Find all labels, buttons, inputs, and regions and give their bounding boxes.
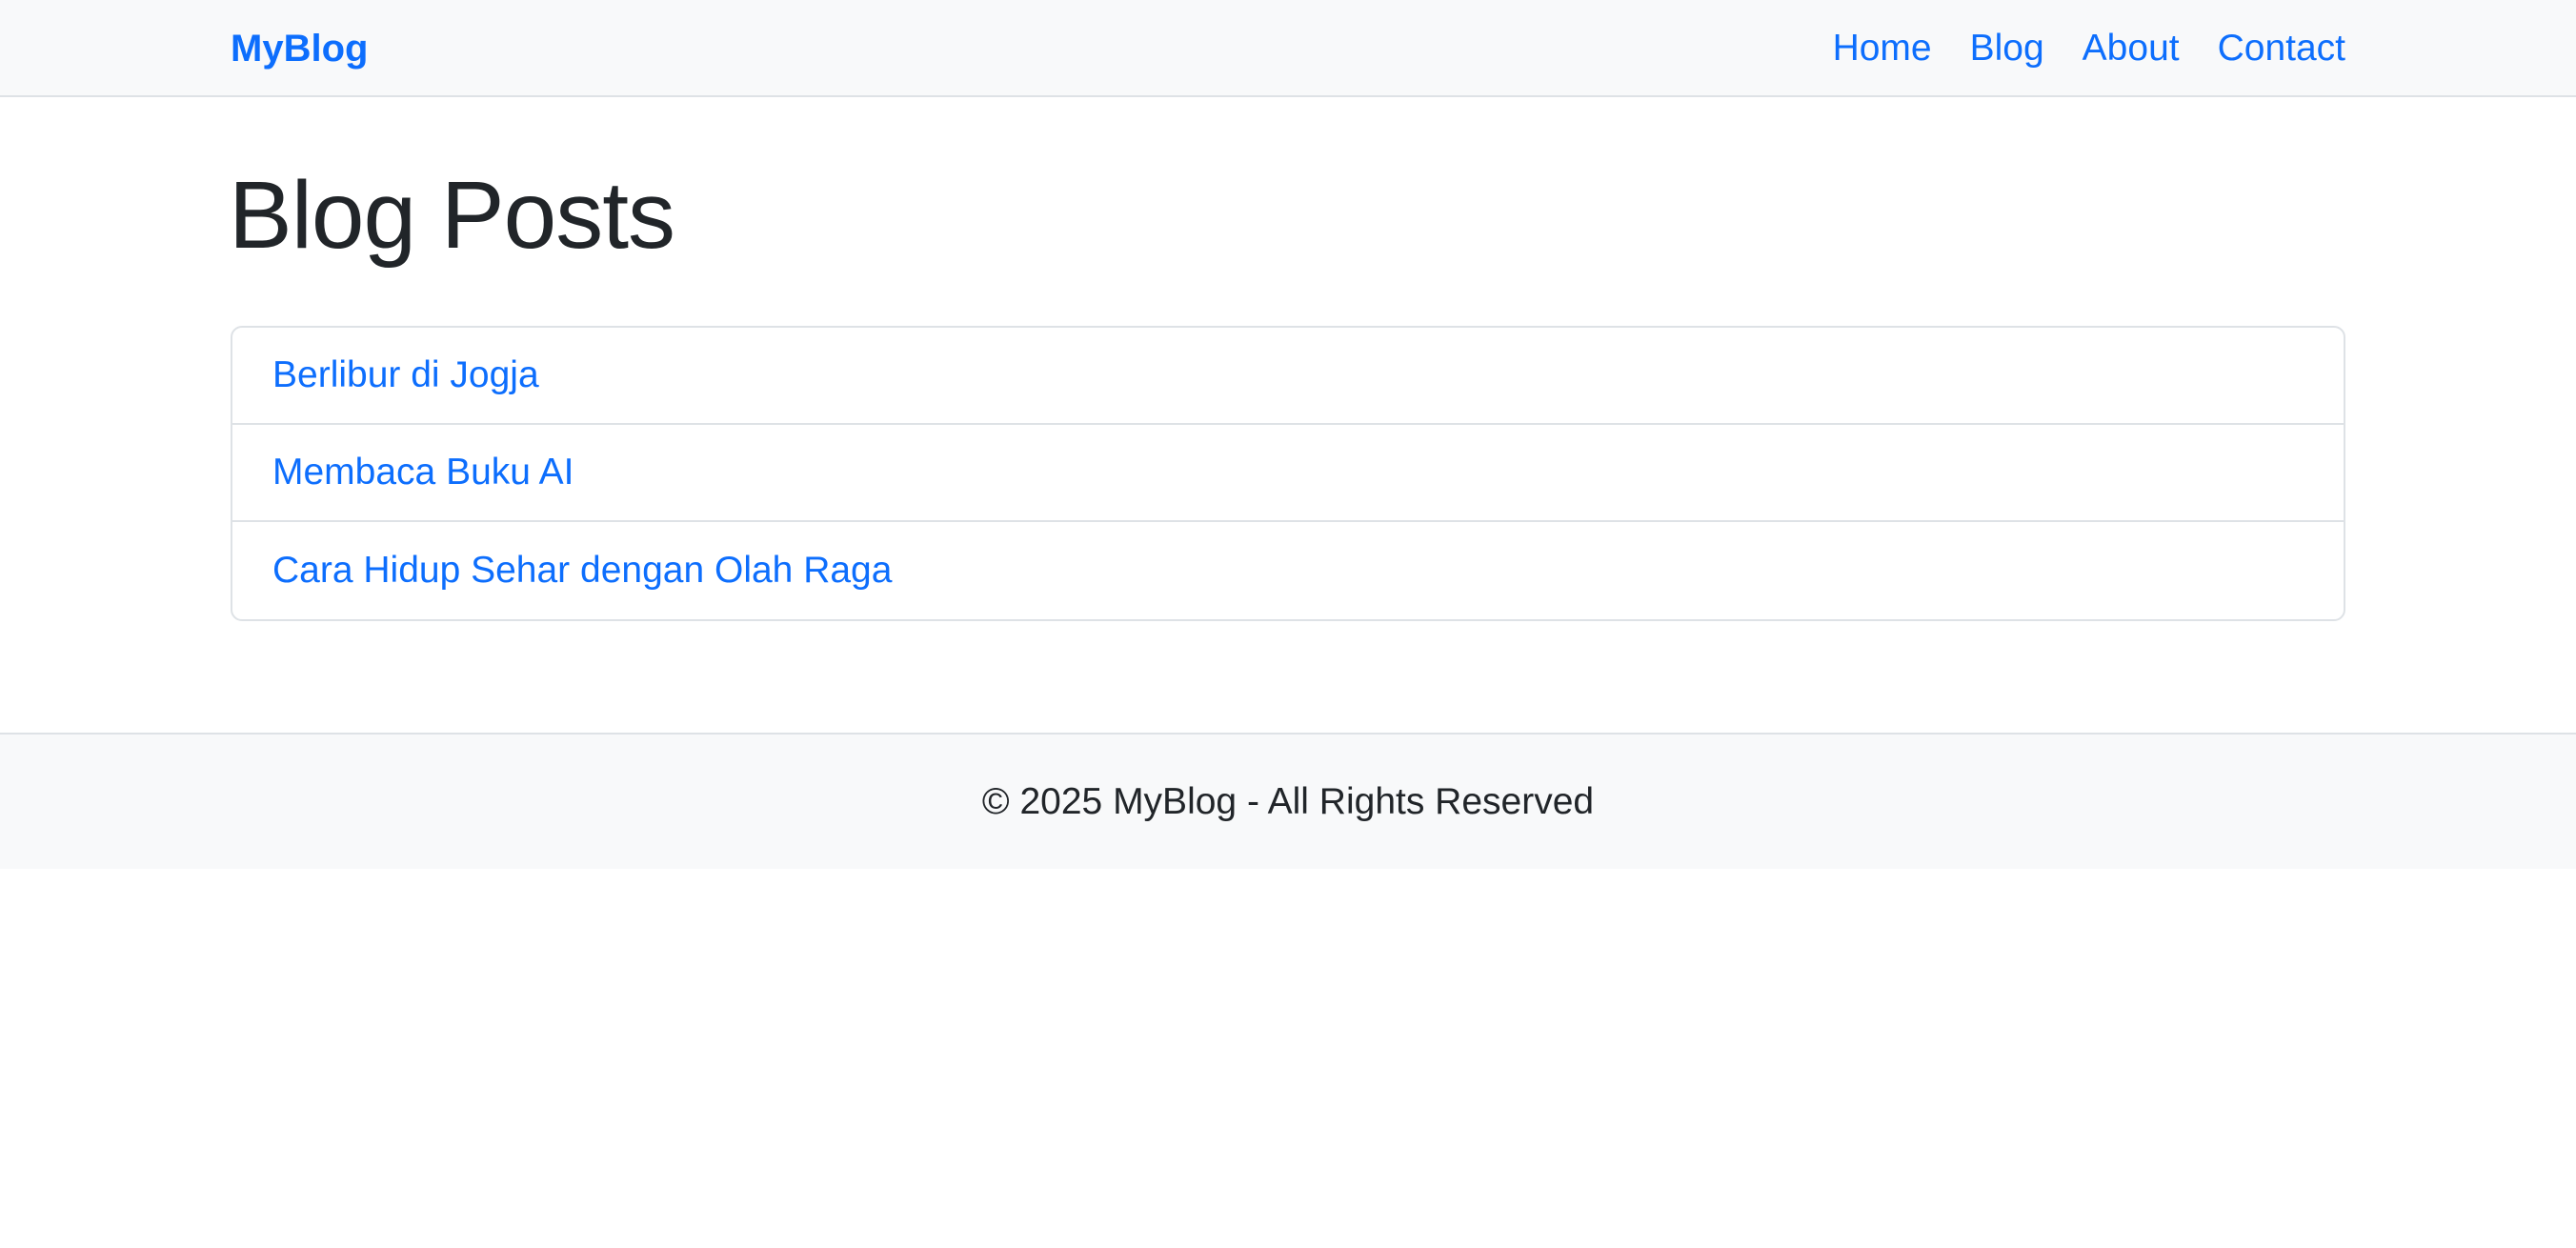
post-link[interactable]: Membaca Buku AI [272,452,574,493]
nav-link-home[interactable]: Home [1833,24,1932,73]
list-item: Membaca Buku AI [232,425,2344,522]
post-link[interactable]: Cara Hidup Sehar dengan Olah Raga [272,550,892,592]
nav-link-about[interactable]: About [2083,24,2180,73]
nav-link-blog[interactable]: Blog [1970,24,2044,73]
post-link[interactable]: Berlibur di Jogja [272,354,539,396]
post-list: Berlibur di Jogja Membaca Buku AI Cara H… [231,326,2345,621]
list-item: Berlibur di Jogja [232,328,2344,425]
nav-links: Home Blog About Contact [1833,24,2345,73]
brand-link[interactable]: MyBlog [231,24,368,73]
footer: © 2025 MyBlog - All Rights Reserved [0,733,2576,869]
list-item: Cara Hidup Sehar dengan Olah Raga [232,522,2344,619]
nav-link-contact[interactable]: Contact [2218,24,2345,73]
navbar: MyBlog Home Blog About Contact [0,0,2576,97]
footer-copyright: © 2025 MyBlog - All Rights Reserved [981,780,1595,822]
page-title: Blog Posts [229,162,675,269]
